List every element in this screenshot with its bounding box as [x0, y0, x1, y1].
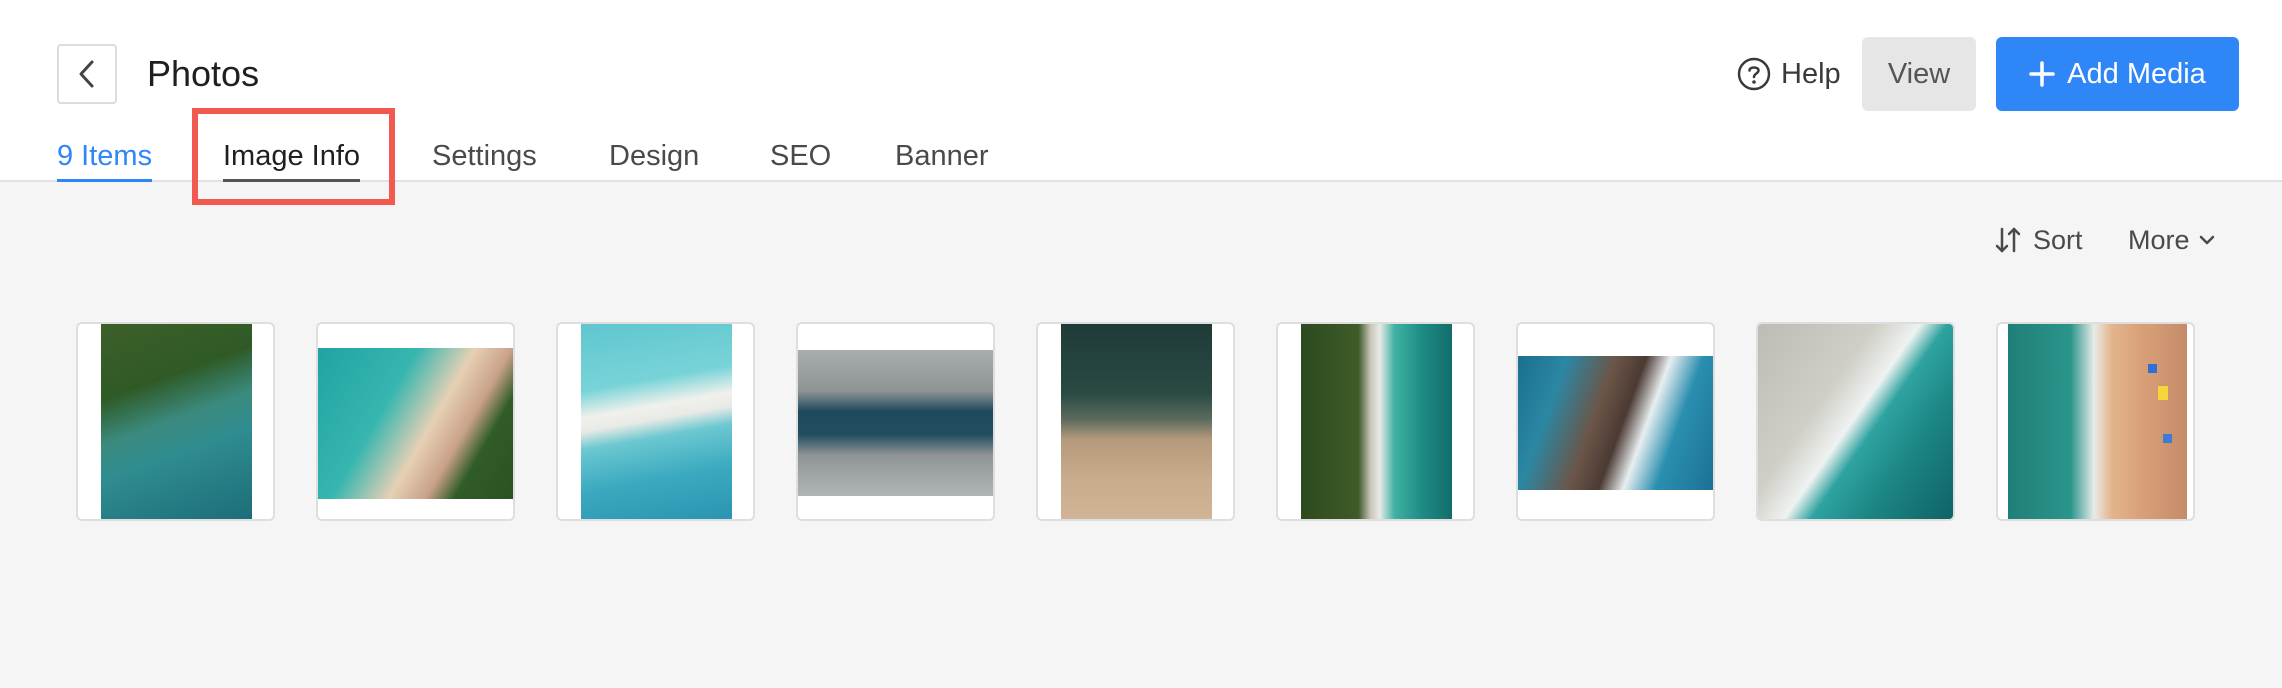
- sort-label: Sort: [2033, 224, 2083, 255]
- beach-umbrella-icon: [2163, 434, 2172, 443]
- help-circle-icon: [1737, 57, 1771, 91]
- sort-arrows-icon: [1995, 227, 2021, 253]
- tab-seo[interactable]: SEO: [770, 138, 831, 182]
- photo-thumbnail[interactable]: [316, 322, 515, 521]
- photo-thumbnail[interactable]: [76, 322, 275, 521]
- photo-thumbnail[interactable]: [1756, 322, 1955, 521]
- photo-image: [1758, 324, 1953, 519]
- photo-thumbnail[interactable]: [796, 322, 995, 521]
- beach-umbrella-icon: [2158, 386, 2168, 400]
- tab-settings[interactable]: Settings: [432, 138, 537, 182]
- back-button[interactable]: [57, 44, 117, 104]
- page-title: Photos: [147, 53, 260, 94]
- highlight-box: [192, 108, 395, 205]
- more-label: More: [2128, 224, 2190, 255]
- more-menu-button[interactable]: More: [2128, 222, 2216, 258]
- photo-thumbnail[interactable]: [1516, 322, 1715, 521]
- help-label: Help: [1781, 57, 1841, 90]
- photo-image: [1518, 356, 1713, 490]
- help-button[interactable]: Help: [1737, 52, 1841, 96]
- photo-image: [101, 324, 252, 519]
- photo-image: [2008, 324, 2187, 519]
- add-media-label: Add Media: [2067, 57, 2206, 90]
- tab-banner[interactable]: Banner: [895, 138, 989, 182]
- view-button[interactable]: View: [1862, 37, 1976, 111]
- photo-thumbnail[interactable]: [1996, 322, 2195, 521]
- photo-image: [1301, 324, 1452, 519]
- back-arrow-icon: [79, 60, 94, 88]
- photo-image: [581, 324, 732, 519]
- beach-umbrella-icon: [2148, 364, 2157, 373]
- tab-design[interactable]: Design: [609, 138, 699, 182]
- add-media-button[interactable]: Add Media: [1996, 37, 2239, 111]
- chevron-down-icon: [2199, 235, 2214, 245]
- photo-thumbnail[interactable]: [1036, 322, 1235, 521]
- photo-image: [318, 348, 513, 499]
- tab-items[interactable]: 9 Items: [57, 138, 153, 182]
- sort-button[interactable]: Sort: [1993, 222, 2083, 258]
- photo-thumbnail[interactable]: [556, 322, 755, 521]
- plus-icon: [2029, 61, 2055, 87]
- photo-thumbnail[interactable]: [1276, 322, 1475, 521]
- photo-image: [798, 350, 993, 496]
- photo-image: [1061, 324, 1212, 519]
